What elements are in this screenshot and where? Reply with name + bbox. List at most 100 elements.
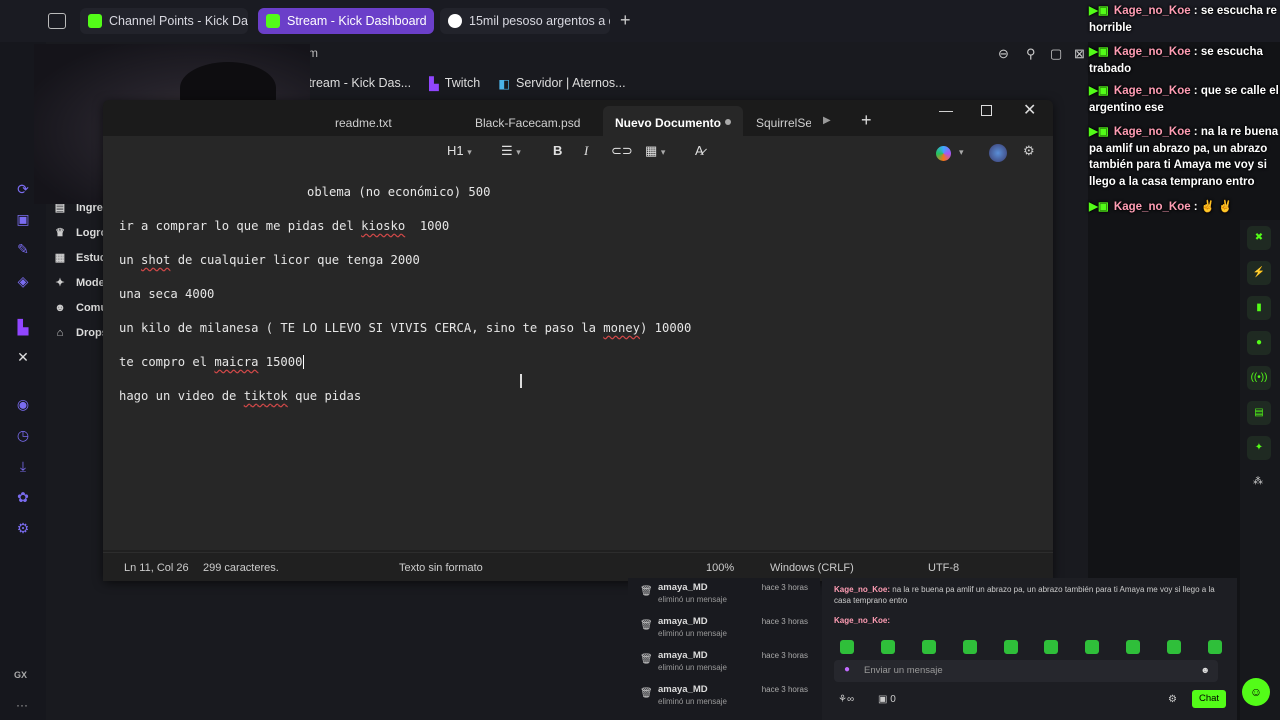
text-line: una seca 4000 [119,287,215,301]
copilot-icon[interactable] [936,146,951,161]
notepad-window: readme.txt Black-Facecam.psd Nuevo Docum… [103,100,1053,581]
emote-icon[interactable] [1207,640,1222,654]
trash-icon[interactable]: ▮ [1247,296,1271,320]
box-icon: ▣ [878,694,888,705]
editor-tab-facecam[interactable]: Black-Facecam.psd [475,116,580,130]
infinity-icon[interactable]: ⚘∞ [838,694,854,705]
browser-tab-google[interactable]: 15mil pesoso argentos a d [440,8,610,34]
clear-format-icon[interactable]: A̷ [695,143,704,158]
bookmark-twitch[interactable]: ▙ Twitch [429,76,480,91]
new-tab-icon[interactable]: + [620,10,631,31]
twitch-icon: ▙ [429,76,439,91]
pin-icon[interactable]: ⚲ [1026,46,1036,62]
help-bubble-icon[interactable]: ☺ [1242,678,1270,706]
menu-item-moderacion[interactable]: ✦ Mode [54,277,104,289]
snapshot-icon[interactable]: ▢ [1050,46,1062,62]
community-icon: ☻ [54,302,66,314]
editor-text-area[interactable]: oblema (no económico) 500 ir a comprar l… [103,170,1053,550]
twitch-icon[interactable]: ▙ [14,318,32,336]
printer-icon[interactable]: ▤ [1247,401,1271,425]
log-row: 🗑 amaya_MD eliminó un mensaje hace 3 horas [640,684,808,706]
tab-scroll-icon[interactable]: ▶ [823,115,831,126]
heading-dropdown[interactable]: H1 ▾ [447,143,472,158]
chevron-down-icon[interactable]: ▾ [959,147,964,158]
chat-message[interactable]: Kage_no_Koe: [834,616,890,625]
new-editor-tab-icon[interactable]: + [861,110,872,131]
close-icon[interactable]: ✕ [1023,100,1036,120]
editor-tab-readme[interactable]: readme.txt [335,116,392,130]
badge-icon: ▶▣ [1089,85,1109,97]
refresh-icon[interactable]: ⟳ [14,180,32,198]
settings-icon[interactable]: ⚙ [14,519,32,537]
chat-input[interactable]: ● Enviar un mensaje ☻ [834,660,1218,682]
link-icon[interactable]: ⊂⊃ [611,143,633,159]
minimize-icon[interactable]: — [939,102,953,118]
emote-icon[interactable] [921,640,936,654]
bold-icon[interactable]: B [553,143,562,158]
list-icon[interactable]: ☰ ▾ [501,143,521,159]
wrench-icon[interactable]: ✦ [1247,436,1271,460]
account-avatar[interactable] [989,144,1007,162]
connections-icon[interactable]: ⁂ [1253,476,1263,487]
menu-item-drops[interactable]: ⌂ Drops [54,327,108,339]
table-icon[interactable]: ▦ ▾ [645,143,665,159]
maximize-icon[interactable] [981,105,992,116]
chat-overlay-message: ▶▣ Kage_no_Koe : se escucha re horrible [1089,5,1277,34]
format-indicator[interactable]: Texto sin formato [399,562,483,574]
encoding[interactable]: UTF-8 [928,562,959,574]
italic-icon[interactable]: I [584,143,588,159]
emote-icon[interactable] [1085,640,1100,654]
bag-icon[interactable]: ▣ [14,210,32,228]
emote-icon[interactable] [962,640,977,654]
emote-icon[interactable] [1126,640,1141,654]
settings-icon[interactable]: ⚙ [1168,694,1177,705]
emote-icon[interactable] [1167,640,1181,654]
menu-item-logros[interactable]: ♛ Logro [54,227,107,239]
ibeam-mouse-cursor-icon [520,374,522,388]
settings-icon[interactable]: ⚙ [1023,143,1035,159]
emoji-icon[interactable]: ☻ [1201,665,1210,675]
cursor-position[interactable]: Ln 11, Col 26 [124,562,189,574]
mic-icon[interactable]: ● [844,664,850,675]
extensions-icon[interactable]: ✿ [14,488,32,506]
messenger-icon[interactable]: ◈ [14,272,32,290]
chat-send-button[interactable]: Chat [1192,690,1226,708]
trash-icon: 🗑 [640,586,653,597]
chat-bubble-icon[interactable]: ● [1247,331,1271,355]
block-icon[interactable]: ⊠ [1074,46,1085,62]
editor-tab-squirrel[interactable]: SquirrelSe [756,116,811,130]
browser-tab-stream-dashboard[interactable]: Stream - Kick Dashboard [258,8,434,34]
badge-icon: ▶▣ [1089,46,1109,58]
download-icon[interactable]: ⤓ [14,457,32,475]
lightning-icon[interactable]: ⚡ [1247,261,1271,285]
log-row: 🗑 amaya_MD eliminó un mensaje hace 3 horas [640,650,808,672]
tab-label: Channel Points - Kick Das [109,14,248,28]
drops-icon: ⌂ [56,327,64,339]
x-icon[interactable]: ✕ [14,348,32,366]
pen-icon[interactable]: ✎ [14,240,32,258]
kick-favicon-icon [88,14,102,28]
browser-tab-channel-points[interactable]: Channel Points - Kick Das [80,8,248,34]
emote-icon[interactable] [840,640,854,654]
menu-item-estudio[interactable]: ▦ Estudi [54,252,110,264]
zoom-level[interactable]: 100% [706,562,734,574]
chevron-down-icon: ▾ [516,147,521,157]
text-line: un shot de cualquier licor que tenga 200… [119,253,420,267]
quick-action-icon[interactable]: ✖ [1247,226,1271,250]
bookmark-stream[interactable]: Stream - Kick Das... [300,76,411,90]
zoom-icon[interactable]: ⊖ [998,46,1009,62]
history-icon[interactable]: ◷ [14,426,32,444]
bookmark-aternos[interactable]: ◧ Servidor | Aternos... [498,76,625,91]
broadcast-icon[interactable]: ((•)) [1247,366,1271,390]
emote-icon[interactable] [1044,640,1059,654]
tab-manager-icon[interactable] [48,13,66,29]
menu-item-comunidad[interactable]: ☻ Comu [54,302,107,314]
more-icon[interactable]: ··· [16,698,28,712]
emote-icon[interactable] [880,640,895,654]
emote-icon[interactable] [1003,640,1018,654]
chat-panel: Kage_no_Koe: na la re buena pa amlif un … [822,578,1237,720]
editor-tab-nuevo-documento[interactable]: Nuevo Documento [615,116,721,130]
line-ending[interactable]: Windows (CRLF) [770,562,854,574]
editor-status-bar: Ln 11, Col 26 299 caracteres. Texto sin … [103,552,1053,581]
record-icon[interactable]: ◉ [14,395,32,413]
